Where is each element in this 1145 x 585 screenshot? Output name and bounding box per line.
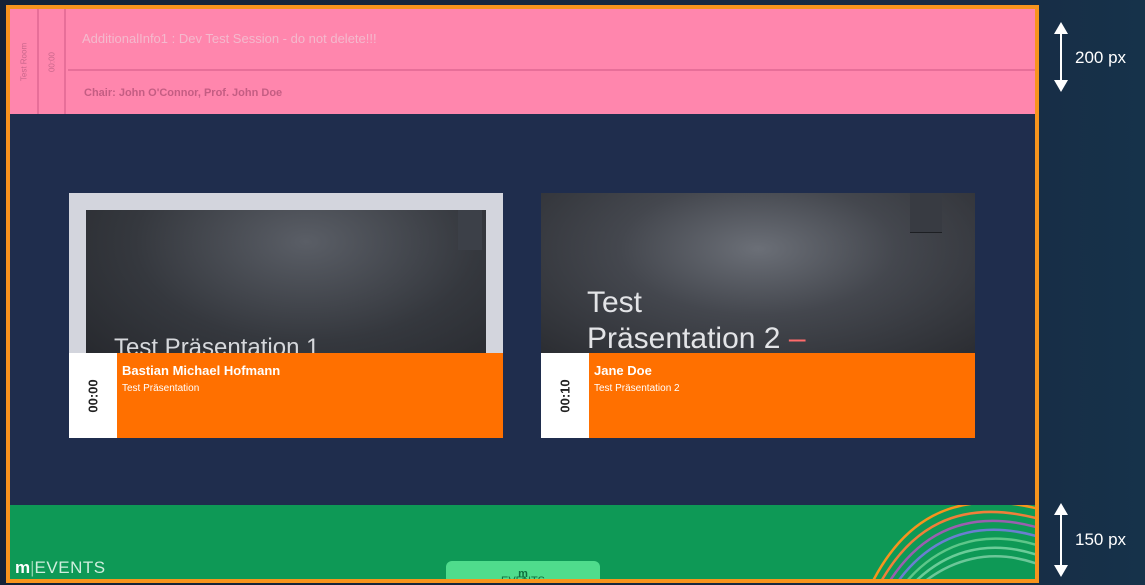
slide-title-line2: Präsentation 2 (587, 322, 781, 355)
presentation-time: 00:00 (69, 353, 117, 438)
chair-text: Chair: John O'Connor, Prof. John Doe (84, 87, 283, 99)
presentation-infobar: Jane Doe Test Präsentation 2 (589, 353, 975, 438)
header-height-annotation: 200 px (1045, 22, 1145, 102)
header-height-label: 200 px (1075, 48, 1127, 67)
footer-bar: m|EVENTS m | EVENTS (10, 505, 1035, 583)
double-arrow-icon (1054, 503, 1068, 577)
time-label: 00:10 (557, 378, 573, 413)
room-column: Test Room (10, 9, 39, 114)
slide-title: Test Präsentation 2 – (587, 285, 806, 357)
footer-height-label: 150 px (1075, 530, 1127, 549)
presentation-card-1[interactable]: Test Präsentation 1 00:00 Bastian Michae… (69, 193, 503, 438)
presentation-title: Test Präsentation 2 (594, 383, 680, 394)
speaker-name: Bastian Michael Hofmann (122, 363, 281, 378)
info-row: AdditionalInfo1 : Dev Test Session - do … (68, 9, 1035, 71)
footer-tab[interactable]: m | EVENTS (446, 561, 600, 583)
display-frame: Test Room 00:00 AdditionalInfo1 : Dev Te… (6, 5, 1039, 583)
time-column: 00:00 (39, 9, 66, 114)
additional-info: AdditionalInfo1 : Dev Test Session - do … (82, 31, 377, 46)
room-label: Test Room (19, 42, 28, 81)
logo-text: EVENTS (34, 558, 106, 577)
slide-corner-tab (458, 210, 482, 250)
chair-row: Chair: John O'Connor, Prof. John Doe (68, 71, 1035, 114)
wave-decoration-icon (872, 505, 1035, 579)
session-header: Test Room 00:00 AdditionalInfo1 : Dev Te… (10, 9, 1035, 114)
slide-preview-2: Test Präsentation 2 – (541, 193, 975, 355)
slide-title-dash: – (788, 322, 806, 355)
canvas: Test Room 00:00 AdditionalInfo1 : Dev Te… (0, 0, 1145, 585)
mevents-logo: m|EVENTS (15, 558, 106, 578)
time-label: 00:00 (85, 378, 101, 413)
footer-tab-logo: m | EVENTS (446, 568, 600, 583)
double-arrow-icon (1054, 22, 1068, 92)
slide-title-line1: Test (587, 286, 643, 319)
slide-corner-tab (910, 193, 942, 233)
speaker-name: Jane Doe (594, 363, 652, 378)
footer-height-annotation: 150 px (1045, 503, 1145, 583)
session-time: 00:00 (47, 51, 56, 72)
presentation-time: 00:10 (541, 353, 589, 438)
logo-m: m (15, 558, 31, 577)
presentation-title: Test Präsentation (122, 383, 200, 394)
slide-canvas: Test Präsentation 1 (86, 210, 486, 370)
tab-logo-text: EVENTS (500, 575, 545, 583)
presentation-infobar: Bastian Michael Hofmann Test Präsentatio… (117, 353, 503, 438)
presentation-card-2[interactable]: Test Präsentation 2 – 00:10 Jane Doe Tes… (541, 193, 975, 438)
slide-preview-1: Test Präsentation 1 (69, 193, 503, 370)
